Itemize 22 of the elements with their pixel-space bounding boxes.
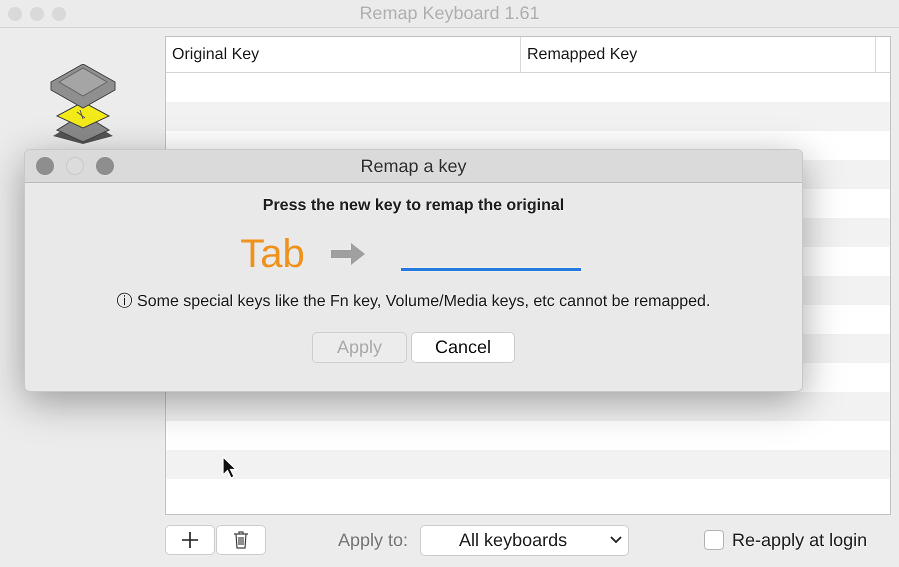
- cursor-icon: [222, 456, 238, 480]
- column-header[interactable]: Remapped Key: [521, 37, 876, 72]
- info-note: ⓘ Some special keys like the Fn key, Volume/Media keys, etc cannot be remapped.: [116, 292, 710, 312]
- delete-button[interactable]: [216, 525, 266, 555]
- apply-to-label: Apply to:: [338, 528, 408, 552]
- reapply-label: Re-apply at login: [732, 528, 868, 552]
- dialog-button[interactable]: Cancel: [411, 332, 515, 363]
- close-button[interactable]: [36, 157, 54, 175]
- original-key: Tab: [240, 232, 305, 276]
- instruction-text: Press the new key to remap the original: [262, 196, 564, 216]
- plus-icon: [181, 531, 199, 549]
- chevron-icon: [610, 536, 622, 544]
- column-header[interactable]: Original Key: [166, 37, 521, 72]
- window-title: Remap Keyboard 1.61: [358, 2, 541, 25]
- right-arrow-icon: [330, 243, 365, 265]
- new-key-field[interactable]: [400, 268, 581, 270]
- zoom-button[interactable]: [96, 157, 114, 175]
- keyboard-dropdown[interactable]: All keyboards: [420, 524, 630, 556]
- dialog-title: Remap a key: [359, 154, 468, 178]
- trash-icon: [233, 531, 249, 549]
- add-button[interactable]: [165, 525, 215, 555]
- reapply-checkbox[interactable]: [704, 530, 724, 550]
